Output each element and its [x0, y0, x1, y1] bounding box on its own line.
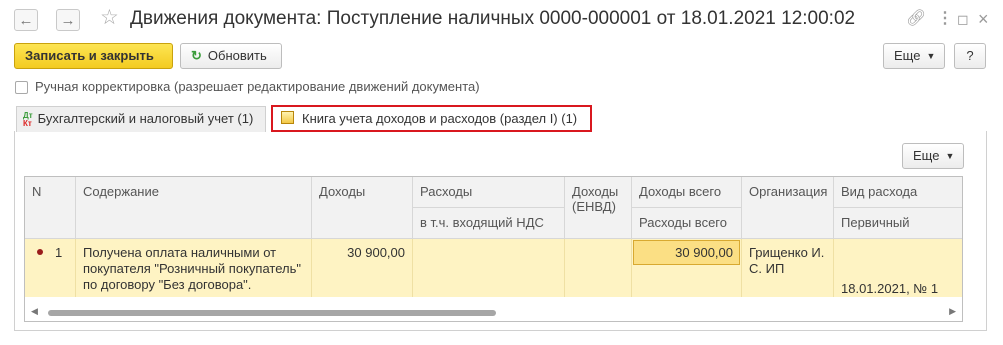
header-income[interactable]: Доходы: [312, 177, 413, 239]
more-button[interactable]: Еще ▼: [883, 43, 945, 69]
movements-table[interactable]: N Содержание Доходы Расходы в т.ч. входя…: [24, 176, 963, 322]
cell-n: 1: [55, 245, 63, 260]
cell-expenses[interactable]: [413, 239, 565, 297]
header-expenses[interactable]: Расходы: [413, 177, 565, 208]
row-marker-icon: [37, 249, 43, 255]
cell-income[interactable]: 30 900,00: [312, 239, 413, 297]
back-button[interactable]: ←: [14, 9, 38, 31]
cell-expense-type-primary[interactable]: 18.01.2021, № 1: [834, 239, 962, 297]
header-n[interactable]: N: [25, 177, 76, 239]
header-income-envd[interactable]: Доходы (ЕНВД): [565, 177, 632, 239]
link-icon[interactable]: 🔗︎: [906, 9, 926, 29]
window-title: Движения документа: Поступление наличных…: [130, 8, 856, 29]
header-income-total[interactable]: Доходы всего: [632, 177, 742, 208]
header-vat[interactable]: в т.ч. входящий НДС: [413, 208, 565, 239]
cell-income-envd[interactable]: [565, 239, 632, 297]
scrollbar-thumb[interactable]: [48, 310, 496, 316]
arrow-right-icon: →: [60, 12, 76, 29]
header-content[interactable]: Содержание: [76, 177, 312, 239]
dt-kt-icon: Дт Кт: [23, 110, 33, 128]
refresh-button[interactable]: ↻ Обновить: [180, 43, 282, 69]
save-and-close-label: Записать и закрыть: [25, 48, 154, 63]
manual-correction-checkbox[interactable]: [15, 81, 28, 94]
book-icon: [281, 111, 294, 124]
help-label: ?: [966, 48, 974, 63]
header-expenses-total[interactable]: Расходы всего: [632, 208, 742, 239]
cell-content[interactable]: Получена оплата наличными от покупателя …: [76, 239, 312, 297]
cell-expense-type: [841, 245, 957, 271]
arrow-left-icon: ←: [18, 12, 34, 29]
scroll-left-icon[interactable]: ◀: [31, 306, 38, 317]
tab-income-expense-book-label: Книга учета доходов и расходов (раздел I…: [302, 111, 578, 126]
help-button[interactable]: ?: [954, 43, 986, 69]
cell-totals[interactable]: 30 900,00: [632, 239, 742, 297]
restore-icon[interactable]: ◻: [957, 9, 969, 29]
refresh-icon: ↻: [191, 48, 202, 63]
empty-area: [25, 297, 962, 305]
header-expense-type[interactable]: Вид расхода: [834, 177, 962, 208]
manual-correction-label[interactable]: Ручная корректировка (разрешает редактир…: [35, 79, 480, 94]
header-organization[interactable]: Организация: [742, 177, 834, 239]
cell-primary: 18.01.2021, № 1: [841, 281, 939, 296]
refresh-label: Обновить: [207, 48, 267, 63]
tab-accounting[interactable]: Дт Кт Бухгалтерский и налоговый учет (1): [16, 106, 266, 132]
close-icon[interactable]: ×: [978, 9, 989, 29]
cell-organization[interactable]: Грищенко И. С. ИП: [742, 239, 834, 297]
table-more-button[interactable]: Еще ▼: [902, 143, 964, 169]
cell-income-total[interactable]: 30 900,00: [633, 240, 740, 265]
table-more-label: Еще: [913, 148, 940, 163]
scroll-right-icon[interactable]: ▶: [949, 306, 956, 317]
header-primary[interactable]: Первичный: [834, 208, 962, 239]
chevron-down-icon: ▼: [926, 51, 936, 61]
more-label: Еще: [894, 48, 921, 63]
table-row[interactable]: 1: [25, 239, 76, 297]
tab-accounting-label: Бухгалтерский и налоговый учет (1): [37, 111, 254, 126]
tab-income-expense-book[interactable]: Книга учета доходов и расходов (раздел I…: [271, 105, 592, 132]
more-vertical-icon[interactable]: ⋮: [937, 9, 953, 29]
star-icon[interactable]: ☆: [100, 6, 119, 30]
horizontal-scrollbar[interactable]: ◀ ▶: [26, 305, 961, 321]
save-and-close-button[interactable]: Записать и закрыть: [14, 43, 173, 69]
chevron-down-icon: ▼: [945, 151, 955, 161]
forward-button[interactable]: →: [56, 9, 80, 31]
